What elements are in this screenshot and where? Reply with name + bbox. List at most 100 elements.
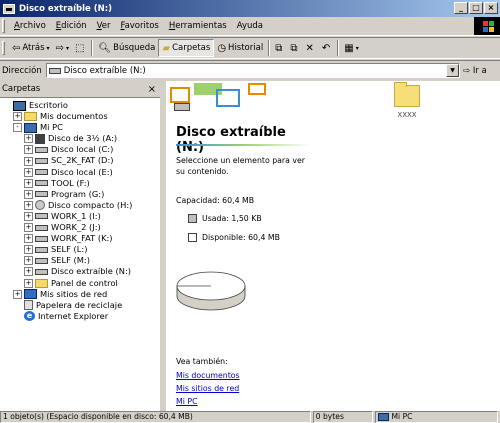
folders-button[interactable]: ▰ Carpetas	[158, 39, 215, 57]
expand-icon[interactable]: +	[13, 112, 22, 122]
tree-item[interactable]: + SC_2K_FAT (D:)	[2, 155, 160, 166]
my-network-places-link[interactable]: Mis sitios de red	[176, 384, 316, 395]
views-button[interactable]: ▦ ▾	[341, 39, 361, 57]
tree-item[interactable]: + WORK_2 (J:)	[2, 222, 160, 233]
my-documents-link[interactable]: Mis documentos	[176, 371, 316, 382]
tree-item-label: Escritorio	[29, 100, 68, 110]
tree-item[interactable]: + TOOL (F:)	[2, 178, 160, 189]
menu-item-3[interactable]: Favoritos	[115, 21, 163, 31]
tree-item[interactable]: + Mis sitios de red	[2, 289, 160, 300]
undo-button[interactable]: ↶	[319, 39, 335, 57]
tree-item-label: Mis documentos	[40, 111, 108, 122]
tree-item[interactable]: + SELF (M:)	[2, 255, 160, 266]
expand-icon[interactable]: +	[24, 245, 33, 255]
tree-item[interactable]: + Mis documentos	[2, 111, 160, 122]
folder-tree: Escritorio + Mis documentos - Mi PC + Disco de…	[0, 98, 160, 322]
expand-icon[interactable]: +	[24, 134, 33, 144]
tree-item[interactable]: + WORK_1 (I:)	[2, 211, 160, 222]
disk-usage-pie	[176, 271, 246, 311]
removable-drive-icon	[48, 67, 61, 74]
menu-label: rchivo	[19, 21, 46, 31]
tree-item[interactable]: + Program (G:)	[2, 189, 160, 200]
expand-icon[interactable]: +	[24, 178, 33, 188]
tree-item[interactable]: + Disco compacto (H:)	[2, 200, 160, 211]
close-icon[interactable]: ×	[148, 84, 156, 95]
menu-item-4[interactable]: Herramientas	[164, 21, 232, 31]
expand-icon[interactable]: +	[24, 211, 33, 221]
search-icon: 🔍︎	[98, 42, 112, 54]
go-button[interactable]: ⇨ Ir a	[460, 66, 500, 76]
expand-icon[interactable]: +	[24, 278, 33, 288]
history-label: Historial	[228, 43, 264, 53]
menu-grip[interactable]	[2, 19, 5, 33]
search-button[interactable]: 🔍︎ Búsqueda	[95, 39, 158, 57]
file-item[interactable]: XXXX	[382, 82, 432, 119]
expand-icon[interactable]: +	[24, 200, 33, 210]
drive-icon	[35, 146, 48, 153]
tree-item[interactable]: + Disco extraíble (N:)	[2, 266, 160, 277]
copy-to-icon: ⧉	[290, 42, 298, 54]
folders-pane-header: Carpetas ×	[0, 81, 160, 98]
collapse-icon[interactable]: -	[13, 123, 22, 133]
drive-icon	[35, 180, 48, 187]
tree-item-label: Disco compacto (H:)	[48, 199, 133, 210]
forward-button[interactable]: ⇨ ▾	[53, 39, 72, 57]
address-dropdown-button[interactable]: ▼	[446, 64, 459, 77]
free-swatch	[188, 233, 197, 242]
drive-icon	[35, 224, 48, 231]
folders-icon: ▰	[162, 42, 171, 54]
close-button[interactable]: ×	[484, 2, 498, 14]
expand-icon[interactable]: +	[24, 267, 33, 277]
expand-icon[interactable]: +	[24, 256, 33, 266]
tree-item[interactable]: + SELF (L:)	[2, 244, 160, 255]
menu-item-0[interactable]: Archivo	[9, 21, 51, 31]
expand-icon[interactable]: +	[24, 145, 33, 155]
window-title: Disco extraíble (N:)	[19, 3, 113, 14]
expand-icon[interactable]: +	[24, 223, 33, 233]
used-swatch	[188, 214, 197, 223]
tree-item[interactable]: + WORK_FAT (K:)	[2, 233, 160, 244]
menu-item-5[interactable]: Ayuda	[232, 21, 268, 31]
maximize-button[interactable]: □	[469, 2, 483, 14]
capacity-text: Capacidad: 60,4 MB	[176, 196, 255, 205]
tree-item[interactable]: - Mi PC	[2, 122, 160, 133]
history-icon: ◷	[217, 42, 227, 54]
my-computer-link[interactable]: Mi PC	[176, 397, 316, 408]
expand-icon[interactable]: +	[24, 156, 33, 166]
tree-item[interactable]: Escritorio	[2, 100, 160, 111]
move-to-button[interactable]: ⧉	[272, 39, 287, 57]
views-icon: ▦	[344, 42, 354, 54]
minimize-button[interactable]: _	[454, 2, 468, 14]
menu-label: dición	[61, 21, 87, 31]
removable-drive-icon	[35, 268, 48, 275]
up-button[interactable]: ⬚	[72, 39, 89, 57]
tree-item[interactable]: + Disco local (C:)	[2, 144, 160, 155]
tree-item[interactable]: + Disco local (E:)	[2, 167, 160, 178]
expand-icon[interactable]: +	[13, 289, 22, 299]
tree-item-label: Panel de control	[51, 277, 118, 288]
toolbar-grip[interactable]	[2, 41, 5, 55]
address-input[interactable]: Disco extraíble (N:) ▼	[45, 63, 460, 78]
tree-item-label: Mis sitios de red	[40, 288, 108, 299]
expand-icon[interactable]: +	[24, 167, 33, 177]
tree-item[interactable]: + Disco de 3½ (A:)	[2, 133, 160, 144]
tree-item-label: WORK_1 (I:)	[51, 210, 101, 221]
tree-item-label: Program (G:)	[51, 188, 105, 199]
expand-icon[interactable]: +	[24, 189, 33, 199]
forward-arrow-icon: ⇨	[55, 42, 64, 54]
back-button[interactable]: ⇦ Atrás ▾	[9, 39, 53, 57]
tree-item[interactable]: + Panel de control	[2, 278, 160, 289]
tree-item[interactable]: Papelera de reciclaje	[2, 300, 160, 311]
delete-button[interactable]: ✕	[302, 39, 318, 57]
history-button[interactable]: ◷ Historial	[214, 39, 266, 57]
expand-icon[interactable]: +	[24, 234, 33, 244]
tree-item[interactable]: e Internet Explorer	[2, 311, 160, 322]
copy-to-button[interactable]: ⧉	[287, 39, 302, 57]
used-legend: Usada: 1,50 KB	[188, 214, 262, 223]
menu-label: Ayuda	[236, 21, 264, 31]
back-arrow-icon: ⇦	[12, 42, 21, 54]
drive-icon	[35, 246, 48, 253]
menu-item-2[interactable]: Ver	[92, 21, 116, 31]
menu-item-1[interactable]: Edición	[51, 21, 92, 31]
toolbar-separator	[91, 40, 94, 56]
